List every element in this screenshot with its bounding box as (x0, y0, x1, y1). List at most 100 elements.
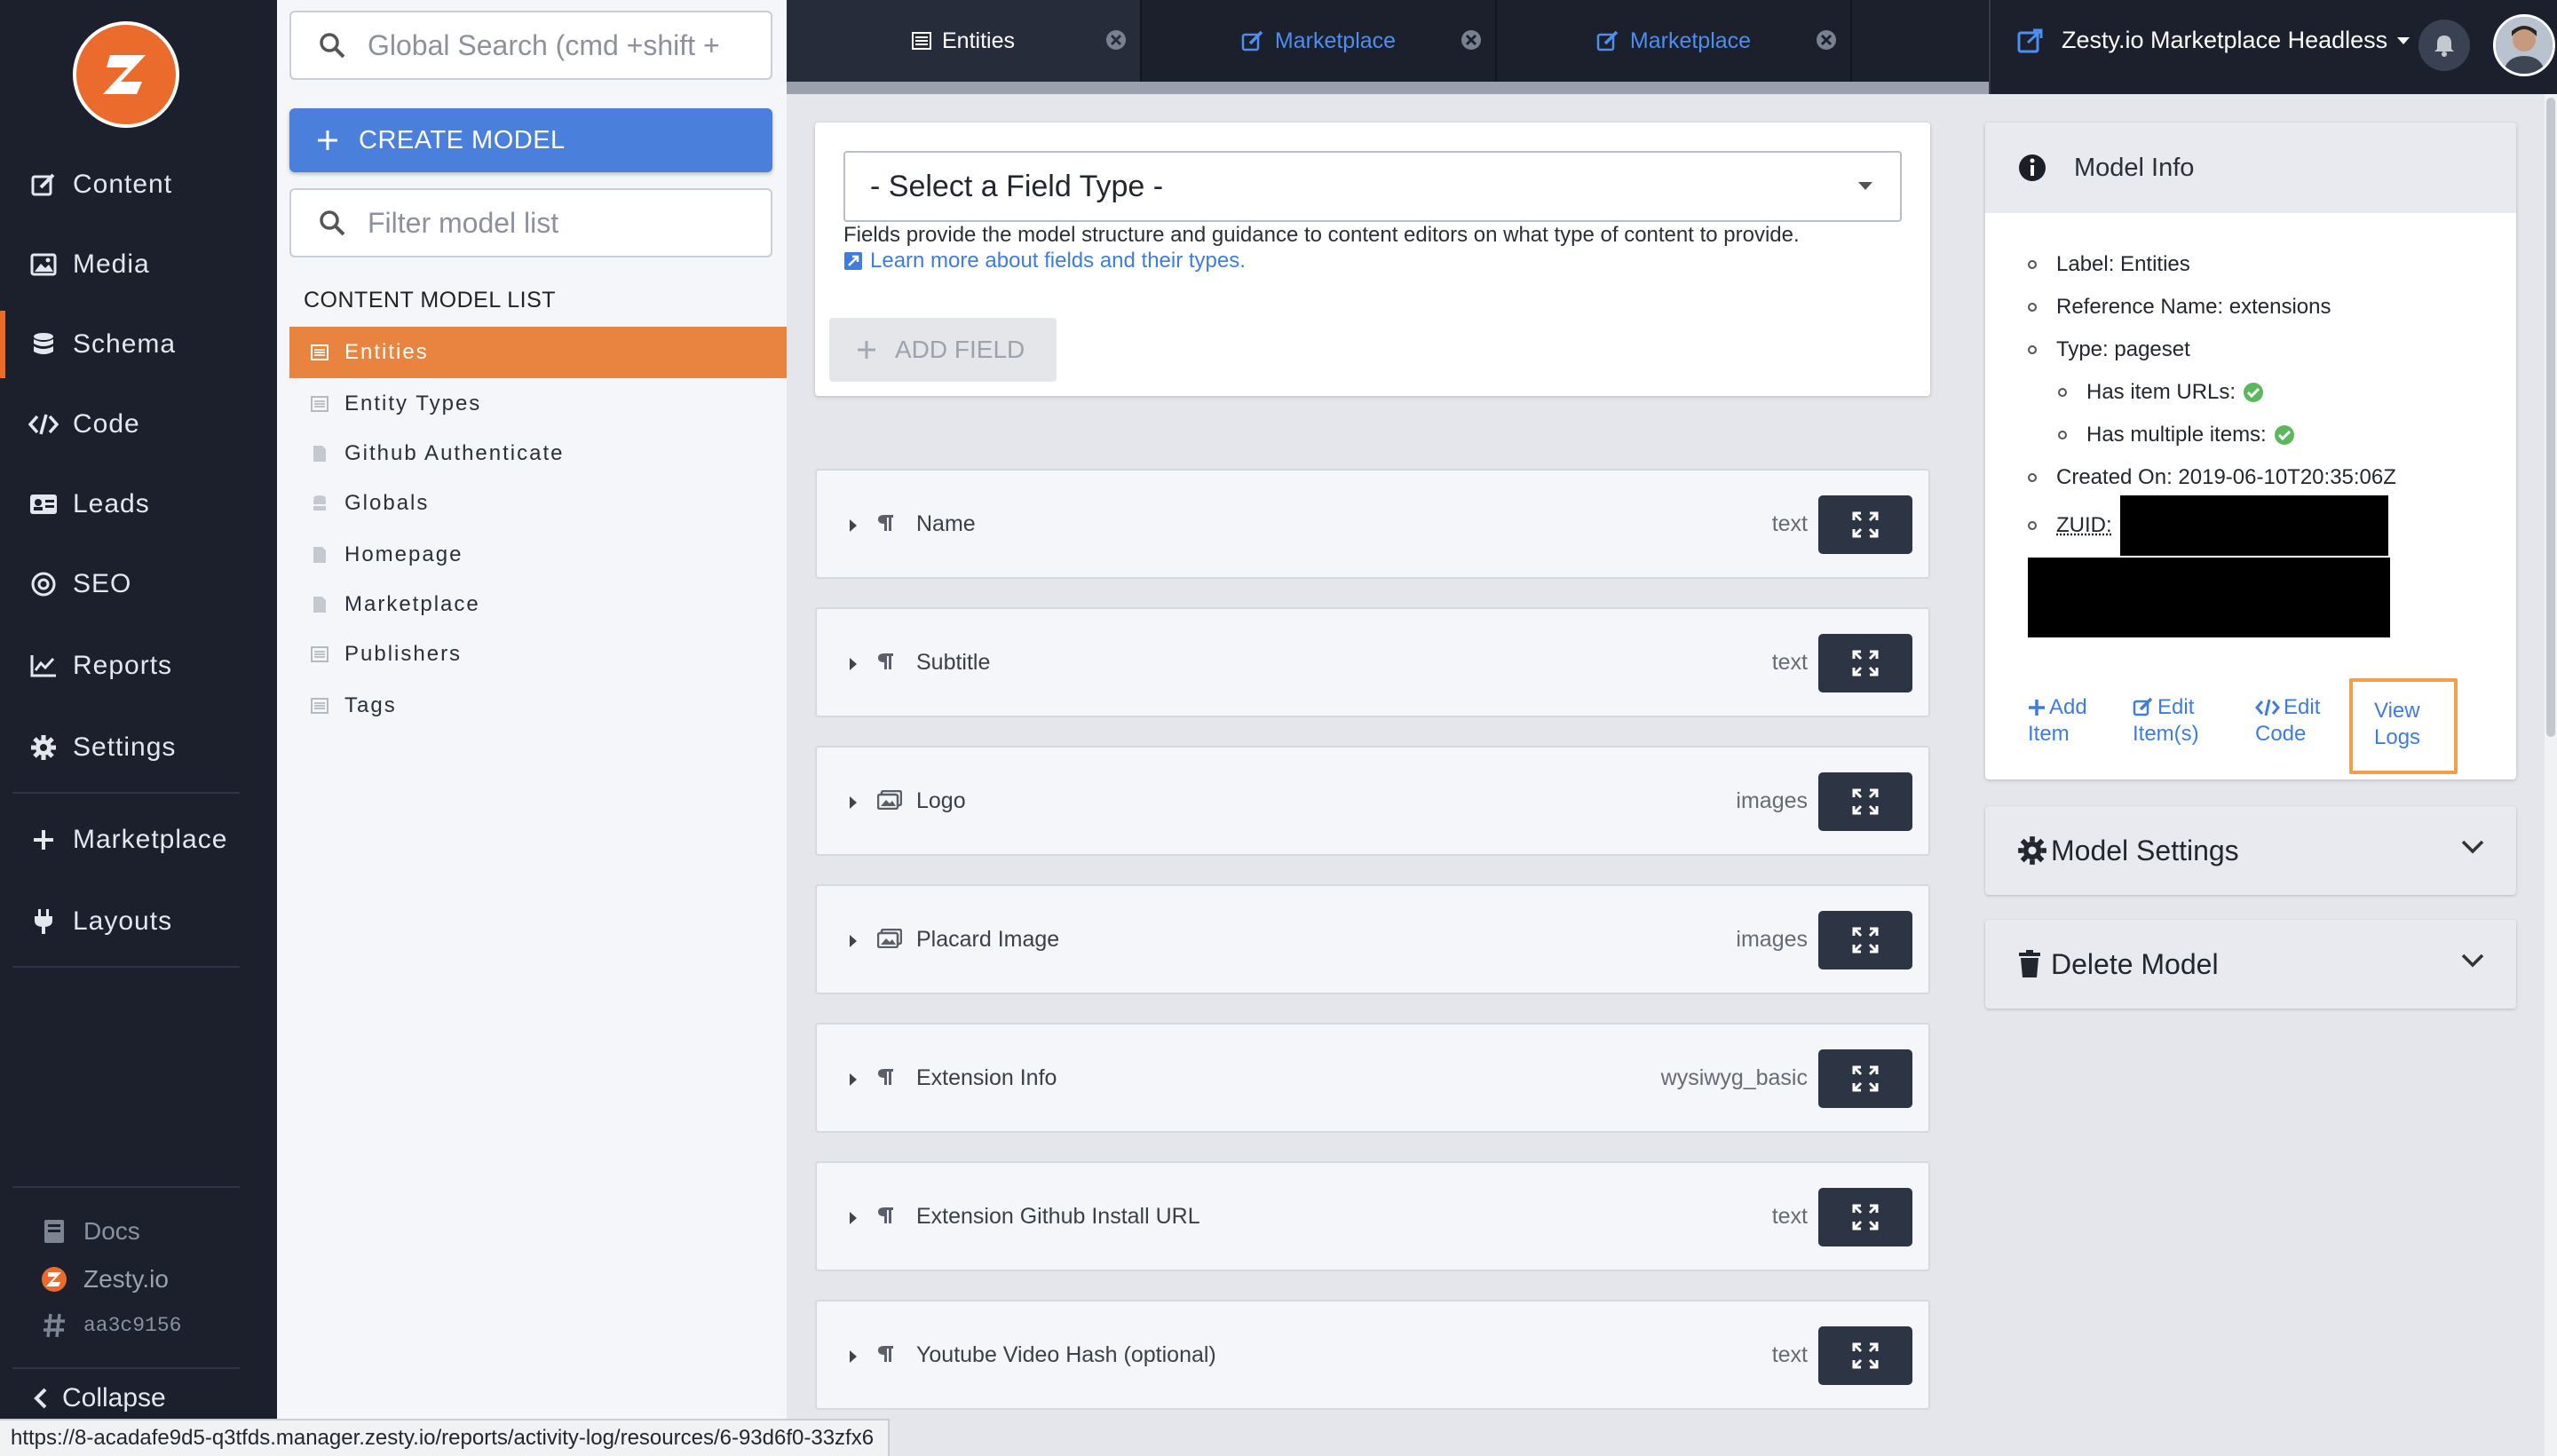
field-row[interactable]: Youtube Video Hash (optional) text (815, 1300, 1930, 1410)
add-item-button[interactable]: Add Item (2028, 694, 2087, 748)
nav-item-label: Leads (73, 489, 150, 518)
model-item-label: Globals (344, 491, 430, 515)
expand-icon (1852, 788, 1879, 815)
model-settings-label: Model Settings (2051, 834, 2239, 866)
info-circle-icon (2019, 154, 2046, 181)
redacted-block (2028, 558, 2390, 637)
model-item-marketplace[interactable]: Marketplace (289, 579, 787, 630)
caret-right-icon[interactable] (849, 1349, 858, 1364)
caret-right-icon[interactable] (849, 795, 858, 810)
nav-item-content[interactable]: Content (0, 151, 277, 218)
nav-divider (12, 966, 240, 968)
model-item-entity-types[interactable]: Entity Types (289, 378, 787, 430)
edit-items-button[interactable]: Edit Item(s) (2133, 694, 2199, 748)
app-window: Content Media Schema Code Leads SEO Repo… (0, 0, 2557, 1456)
close-icon[interactable] (1104, 28, 1128, 51)
delete-model-accordion[interactable]: Delete Model (1985, 920, 2516, 1009)
add-field-button[interactable]: ADD FIELD (829, 318, 1057, 382)
chevron-left-icon (34, 1388, 47, 1409)
field-expand-button[interactable] (1818, 495, 1912, 554)
field-row[interactable]: Subtitle text (815, 607, 1930, 717)
code-icon (2255, 699, 2280, 716)
model-item-github-authenticate[interactable]: Github Authenticate (289, 428, 787, 479)
field-row[interactable]: Placard Image images (815, 884, 1930, 994)
filter-model-input[interactable]: Filter model list (289, 188, 772, 257)
model-item-tags[interactable]: Tags (289, 680, 787, 732)
model-reference-text: Reference Name: extensions (2056, 295, 2331, 319)
nav-zesty-link[interactable]: Zesty.io (39, 1264, 169, 1294)
create-model-button[interactable]: CREATE MODEL (289, 108, 772, 172)
view-logs-label-2: Logs (2374, 725, 2421, 749)
edit-code-button[interactable]: Edit Code (2255, 694, 2320, 748)
nav-docs-link[interactable]: Docs (39, 1216, 140, 1246)
nav-collapse-button[interactable]: Collapse (34, 1383, 166, 1413)
caret-right-icon[interactable] (849, 518, 858, 533)
nav-item-leads[interactable]: Leads (0, 471, 277, 538)
expand-icon (1852, 1204, 1879, 1230)
expand-icon (1852, 650, 1879, 677)
model-item-globals[interactable]: Globals (289, 478, 787, 529)
page-scrollbar-thumb[interactable] (2546, 98, 2555, 737)
model-item-label: Publishers (344, 642, 463, 666)
field-name: Extension Info (916, 1065, 1057, 1090)
field-expand-button[interactable] (1818, 634, 1912, 692)
nav-item-label: Schema (73, 329, 177, 359)
paragraph-icon (877, 1344, 895, 1364)
caret-right-icon[interactable] (849, 1211, 858, 1225)
field-row[interactable]: Logo images (815, 746, 1930, 856)
field-expand-button[interactable] (1818, 911, 1912, 969)
search-icon (320, 33, 345, 59)
caret-right-icon[interactable] (849, 1072, 858, 1087)
global-search-input[interactable]: Global Search (cmd +shift + (289, 11, 772, 80)
nav-item-label: Settings (73, 732, 177, 762)
add-field-label: ADD FIELD (895, 336, 1025, 363)
nav-item-label: Code (73, 409, 140, 439)
tab-entities[interactable]: Entities (787, 0, 1142, 82)
nav-item-layouts[interactable]: Layouts (0, 888, 277, 955)
tab-marketplace-1[interactable]: Marketplace (1142, 0, 1497, 82)
zesty-logo-icon (103, 55, 146, 94)
instance-switcher[interactable]: Zesty.io Marketplace Headless (2017, 27, 2411, 54)
nav-item-marketplace[interactable]: Marketplace (0, 806, 277, 874)
caret-right-icon[interactable] (849, 657, 858, 671)
plus-icon (318, 131, 337, 150)
field-expand-button[interactable] (1818, 1188, 1912, 1246)
model-created-text: Created On: 2019-06-10T20:35:06Z (2056, 465, 2396, 489)
close-icon[interactable] (1815, 28, 1838, 51)
learn-fields-link[interactable]: Learn more about fields and their types. (843, 249, 1246, 273)
plus-icon (2029, 700, 2045, 716)
nav-item-settings[interactable]: Settings (0, 714, 277, 781)
field-row[interactable]: Name text (815, 469, 1930, 579)
edit-items-label-2: Item(s) (2133, 722, 2199, 746)
field-expand-button[interactable] (1818, 1326, 1912, 1385)
nav-item-code[interactable]: Code (0, 391, 277, 458)
content-model-list-heading: CONTENT MODEL LIST (304, 288, 557, 313)
nav-item-seo[interactable]: SEO (0, 550, 277, 618)
delete-model-label: Delete Model (2051, 947, 2219, 980)
model-item-homepage[interactable]: Homepage (289, 529, 787, 581)
user-avatar[interactable] (2493, 14, 2555, 76)
nav-item-media[interactable]: Media (0, 231, 277, 298)
model-item-publishers[interactable]: Publishers (289, 629, 787, 680)
field-row[interactable]: Extension Info wysiwyg_basic (815, 1023, 1930, 1133)
nav-item-reports[interactable]: Reports (0, 632, 277, 700)
field-name: Extension Github Install URL (916, 1204, 1200, 1229)
tab-marketplace-2[interactable]: Marketplace (1497, 0, 1852, 82)
model-settings-accordion[interactable]: Model Settings (1985, 806, 2516, 895)
close-icon[interactable] (1460, 28, 1483, 51)
field-type-select[interactable]: - Select a Field Type - (843, 151, 1902, 222)
nav-item-label: SEO (73, 569, 132, 598)
field-row[interactable]: Extension Github Install URL text (815, 1161, 1930, 1271)
view-logs-button[interactable]: View Logs (2349, 678, 2458, 774)
database-icon (28, 329, 59, 360)
nav-item-schema[interactable]: Schema (0, 311, 277, 378)
nav-item-label: Reports (73, 651, 173, 680)
field-expand-button[interactable] (1818, 1049, 1912, 1108)
field-expand-button[interactable] (1818, 772, 1912, 831)
trash-icon (2019, 950, 2040, 977)
notifications-button[interactable] (2418, 20, 2470, 71)
zesty-logo[interactable] (73, 21, 179, 128)
model-item-entities[interactable]: Entities (289, 327, 787, 378)
caret-right-icon[interactable] (849, 934, 858, 948)
chevron-down-icon (2461, 954, 2484, 968)
